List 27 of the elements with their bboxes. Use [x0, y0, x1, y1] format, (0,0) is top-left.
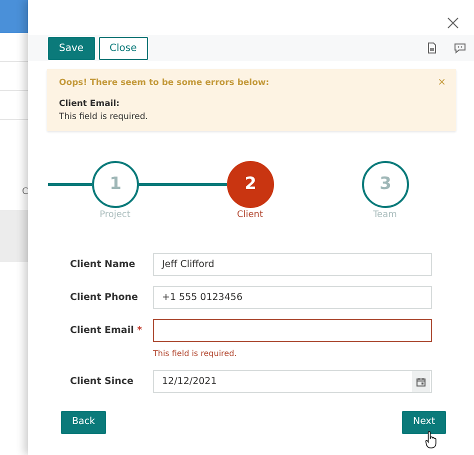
back-button[interactable]: Back: [61, 411, 106, 434]
step-label: Project: [98, 209, 132, 222]
step-label: Client: [236, 209, 264, 222]
field-error: This field is required.: [153, 348, 238, 360]
input-field[interactable]: +1 555 0123456: [153, 286, 432, 310]
field-label: Client Phone: [70, 291, 139, 306]
field-label: Client Since: [70, 375, 134, 390]
date-field[interactable]: 12/12/2021: [153, 370, 432, 394]
step-label: Team: [372, 209, 398, 222]
close-button[interactable]: Close: [98, 36, 148, 60]
comment-icon[interactable]: [454, 42, 466, 54]
step-connector: [48, 183, 92, 186]
step-circle[interactable]: 2: [227, 161, 274, 208]
input-field[interactable]: Jeff Clifford: [153, 253, 432, 276]
list-text: C: [22, 186, 28, 199]
save-button[interactable]: Save: [48, 36, 95, 60]
alert-title: Oops! There seem to be some errors below:: [59, 77, 270, 90]
field-label: Client Email *: [70, 324, 144, 338]
input-field[interactable]: [153, 319, 432, 342]
hand-cursor-icon: [425, 430, 439, 450]
close-icon[interactable]: [446, 16, 460, 30]
alert-message: This field is required.: [59, 110, 149, 124]
calendar-icon[interactable]: [412, 371, 430, 392]
field-label: Client Name: [70, 258, 136, 272]
next-button[interactable]: Next: [402, 411, 446, 434]
alert-field-name: Client Email:: [59, 98, 121, 110]
document-icon[interactable]: [426, 42, 438, 54]
